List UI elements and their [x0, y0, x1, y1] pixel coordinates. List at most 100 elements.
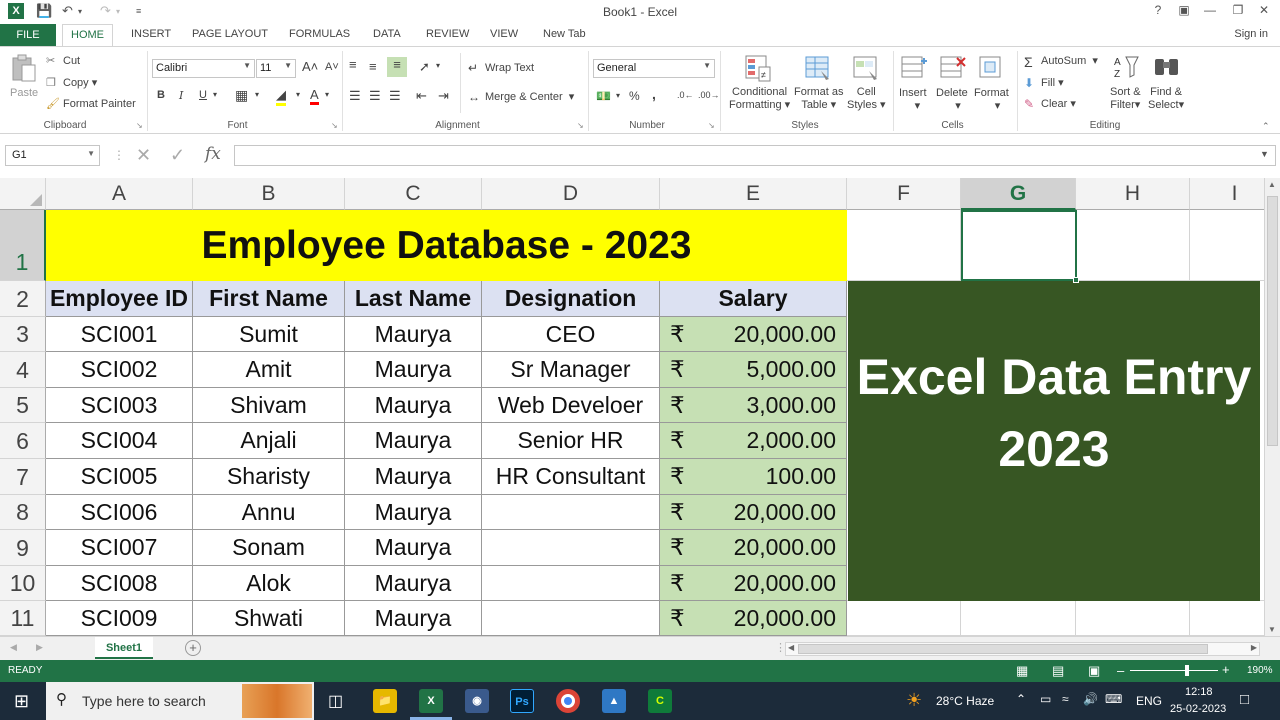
salary-cell[interactable]: ₹3,000.00	[660, 388, 847, 423]
salary-cell[interactable]: ₹2,000.00	[660, 423, 847, 459]
row-header-3[interactable]: 3	[0, 317, 46, 352]
task-view-icon[interactable]: ◫	[328, 691, 343, 711]
select-all-corner[interactable]	[0, 178, 46, 210]
clear-button[interactable]: ✎ Clear ▾	[1024, 97, 1076, 111]
wrap-text-button[interactable]: ↵ Wrap Text	[468, 61, 534, 75]
column-header-f[interactable]: F	[847, 178, 961, 210]
font-color-dropdown-icon[interactable]: ▾	[325, 90, 329, 99]
table-cell[interactable]: HR Consultant	[482, 459, 660, 495]
header-cell-designation[interactable]: Designation	[482, 281, 660, 317]
weather-text[interactable]: 28°C Haze	[936, 694, 994, 708]
notifications-icon[interactable]: □	[1240, 691, 1249, 708]
cell-styles-icon[interactable]	[851, 53, 881, 83]
decrease-decimal-icon[interactable]: .00→	[698, 90, 720, 100]
salary-cell[interactable]: ₹100.00	[660, 459, 847, 495]
font-name-select[interactable]: Calibri ▼	[152, 59, 255, 78]
align-middle-icon[interactable]: ≡	[369, 59, 377, 74]
percent-button[interactable]: %	[629, 89, 640, 103]
help-button[interactable]: ?	[1148, 3, 1168, 17]
column-header-d[interactable]: D	[482, 178, 660, 210]
binoculars-icon[interactable]	[1152, 53, 1182, 83]
cut-button[interactable]: ✂ Cut	[46, 54, 80, 68]
format-painter-button[interactable]: 🖌 Format Painter	[46, 97, 136, 111]
formula-options-icon[interactable]: ⋮	[113, 148, 125, 162]
scroll-right-icon[interactable]: ▶	[1251, 643, 1257, 652]
insert-cells-icon[interactable]	[899, 53, 929, 83]
increase-decimal-icon[interactable]: .0←	[677, 90, 694, 100]
table-cell[interactable]: Amit	[193, 352, 345, 388]
delete-cells-icon[interactable]	[938, 53, 968, 83]
align-left-icon[interactable]: ☰	[349, 88, 361, 104]
paste-button[interactable]: Paste	[10, 87, 38, 99]
comma-button[interactable]: ,	[652, 86, 656, 102]
table-cell[interactable]: Sharisty	[193, 459, 345, 495]
clipboard-launcher-icon[interactable]: ↘	[136, 121, 143, 130]
table-cell[interactable]: Sonam	[193, 530, 345, 566]
autosum-button[interactable]: Σ AutoSum ▾	[1024, 54, 1098, 70]
insert-button[interactable]: Insert ▾	[899, 87, 927, 112]
tab-insert[interactable]: INSERT	[131, 28, 171, 40]
name-box[interactable]: G1 ▼	[5, 145, 100, 166]
table-cell[interactable]	[482, 566, 660, 601]
enter-icon[interactable]: ✓	[170, 145, 185, 166]
selected-cell-g1[interactable]	[961, 210, 1079, 283]
table-cell[interactable]: Anjali	[193, 423, 345, 459]
copy-button[interactable]: ❐ Copy ▾	[46, 76, 97, 90]
tab-file[interactable]: FILE	[0, 24, 56, 46]
formula-input[interactable]	[234, 145, 1276, 166]
camtasia-icon[interactable]: C	[648, 689, 672, 713]
table-cell[interactable]: Maurya	[345, 352, 482, 388]
bold-button[interactable]: B	[157, 89, 165, 101]
table-cell[interactable]	[482, 601, 660, 636]
tab-review[interactable]: REVIEW	[426, 28, 469, 40]
zoom-level[interactable]: 190%	[1247, 665, 1273, 676]
taskbar-search[interactable]: ⚲ Type here to search	[46, 682, 314, 720]
minimize-icon[interactable]: —	[1200, 3, 1220, 17]
table-cell[interactable]: Shivam	[193, 388, 345, 423]
table-cell[interactable]: Maurya	[345, 601, 482, 636]
tab-formulas[interactable]: FORMULAS	[289, 28, 350, 40]
table-cell[interactable]: SCI005	[46, 459, 193, 495]
number-format-select[interactable]: General ▼	[593, 59, 715, 78]
table-cell[interactable]: Maurya	[345, 317, 482, 352]
orientation-icon[interactable]: ➚	[419, 59, 430, 75]
table-cell[interactable]: Maurya	[345, 566, 482, 601]
table-cell[interactable]	[482, 495, 660, 530]
row-header-9[interactable]: 9	[0, 530, 46, 566]
weather-icon[interactable]: ☀	[906, 690, 922, 711]
increase-font-icon[interactable]: A˄	[302, 59, 318, 74]
find-select-button[interactable]: Find & Select▾	[1148, 86, 1184, 111]
prev-sheet-icon[interactable]: ◀	[10, 642, 17, 653]
fill-color-dropdown-icon[interactable]: ▾	[296, 90, 300, 99]
volume-icon[interactable]: 🔊	[1083, 692, 1098, 706]
currency-format-icon[interactable]: 💵	[596, 89, 611, 103]
table-cell[interactable]: Sr Manager	[482, 352, 660, 388]
zoom-slider-track[interactable]	[1130, 670, 1218, 671]
header-cell-first-name[interactable]: First Name	[193, 281, 345, 317]
sign-in-link[interactable]: Sign in	[1234, 28, 1268, 40]
decrease-font-icon[interactable]: A˅	[325, 61, 339, 73]
decrease-indent-icon[interactable]: ⇤	[416, 88, 427, 104]
app-icon-4[interactable]: ◉	[465, 689, 489, 713]
empty-cell-f11[interactable]	[847, 601, 961, 636]
font-color-icon[interactable]: A	[310, 87, 319, 105]
borders-icon[interactable]: ▦	[235, 87, 248, 104]
table-cell[interactable]: Sumit	[193, 317, 345, 352]
new-sheet-icon[interactable]: +	[185, 640, 201, 656]
salary-cell[interactable]: ₹20,000.00	[660, 601, 847, 636]
zoom-slider-thumb[interactable]	[1185, 665, 1189, 676]
column-header-c[interactable]: C	[345, 178, 482, 210]
excel-taskbar-icon[interactable]: X	[419, 689, 443, 713]
cancel-icon[interactable]: ✕	[136, 145, 151, 166]
column-header-i[interactable]: I	[1190, 178, 1264, 210]
row-header-10[interactable]: 10	[0, 566, 46, 601]
font-launcher-icon[interactable]: ↘	[331, 121, 338, 130]
salary-cell[interactable]: ₹20,000.00	[660, 566, 847, 601]
page-layout-view-icon[interactable]: ▤	[1052, 663, 1064, 679]
merge-center-button[interactable]: ↔ Merge & Center ▾	[468, 90, 574, 104]
table-cell[interactable]: SCI004	[46, 423, 193, 459]
table-cell[interactable]: Alok	[193, 566, 345, 601]
tab-new-tab[interactable]: New Tab	[543, 28, 586, 40]
row-header-1[interactable]: 1	[0, 210, 46, 281]
number-launcher-icon[interactable]: ↘	[708, 121, 715, 130]
